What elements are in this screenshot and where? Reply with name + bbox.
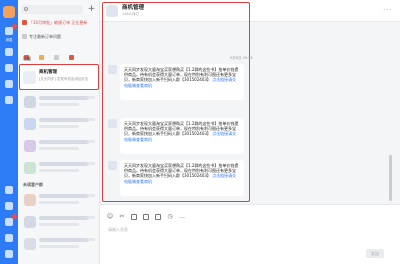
sender-avatar[interactable] <box>108 161 117 170</box>
pin-icon <box>22 34 27 39</box>
list-item[interactable] <box>21 92 98 114</box>
notification-icon[interactable] <box>5 234 13 242</box>
more-icon[interactable]: ··· <box>383 7 392 14</box>
image-icon[interactable] <box>142 213 150 221</box>
send-button[interactable]: 发送 <box>366 249 384 258</box>
pinned-item[interactable]: 专注最新订单问题 <box>21 31 97 43</box>
history-icon[interactable]: ◷ <box>166 213 174 221</box>
user-avatar[interactable] <box>3 6 15 18</box>
add-button[interactable]: + <box>87 5 96 14</box>
message: 天天同步发现大量淘宝买家想购买【1.2群的这些书】拍单价钱提供商品。待有机会获得… <box>108 118 244 154</box>
apps-icon[interactable] <box>5 80 13 88</box>
pinned-item-label: 「10月审批」敏捷订单 正在更新 <box>29 20 88 25</box>
chat-name: 商机管理 <box>39 70 57 75</box>
delete-icon[interactable] <box>69 55 75 60</box>
section-title: 未读客户群 <box>23 182 43 187</box>
folder-icon[interactable] <box>130 213 138 221</box>
section-title: 功能 <box>23 56 31 61</box>
message-input[interactable]: 请输入消息 <box>108 227 128 233</box>
list-item[interactable] <box>21 190 98 212</box>
list-item[interactable] <box>21 234 98 256</box>
nav-rail: 消息 <box>0 0 18 264</box>
list-item[interactable] <box>21 158 98 180</box>
copy-icon[interactable] <box>54 55 60 60</box>
list-item[interactable] <box>21 114 98 136</box>
sender-avatar[interactable] <box>108 119 117 128</box>
sender-avatar[interactable] <box>108 65 117 74</box>
chat-item-active[interactable]: 商机管理 [天天同步] 发现有机会添加好友 <box>19 64 99 90</box>
message-bubble: 天天同步发现大量淘宝买家想购买【1.2群的这些书】拍单价钱提供商品。待有机会获得… <box>120 118 244 154</box>
smile-icon[interactable]: ☺ <box>106 213 114 221</box>
star-icon[interactable] <box>39 55 45 60</box>
mail-icon[interactable] <box>5 202 13 210</box>
message: 天天同步发现大量淘宝买家想购买【1.2群的这些书】拍单价钱提供商品。待有机会获得… <box>108 160 244 196</box>
scrollbar[interactable] <box>389 155 392 201</box>
quick-actions <box>24 45 79 60</box>
chat-icon[interactable] <box>5 27 13 35</box>
message: 天天同步发现大量淘宝买家想购买【1.2群的这些书】拍单价钱提供商品。待有机会获得… <box>108 64 244 100</box>
scissors-icon[interactable]: ✂ <box>118 213 126 221</box>
menu-icon[interactable] <box>5 250 13 258</box>
pinned-item-label: 专注最新订单问题 <box>29 34 61 39</box>
settings-icon[interactable] <box>5 186 13 194</box>
conversation-list: + 「10月审批」敏捷订单 正在更新 专注最新订单问题 功能 商机管理 [天天同… <box>18 0 100 264</box>
chat-preview: [天天同步] 发现有机会添加好友 <box>39 77 89 81</box>
more-options-icon[interactable]: … <box>178 213 186 221</box>
composer: ☺ ✂ ◷ … 请输入消息 发送 <box>100 204 400 264</box>
file-icon[interactable] <box>154 213 162 221</box>
search-icon <box>24 7 28 11</box>
pinned-item[interactable]: 「10月审批」敏捷订单 正在更新 <box>21 17 97 29</box>
list-item[interactable] <box>21 212 98 234</box>
list-item[interactable] <box>21 136 98 158</box>
task-icon[interactable] <box>5 218 13 226</box>
message-bubble: 天天同步发现大量淘宝买家想购买【1.2群的这些书】拍单价钱提供商品。待有机会获得… <box>120 160 244 196</box>
nav-label-messages: 消息 <box>5 38 13 42</box>
calendar-icon[interactable] <box>5 64 13 72</box>
message-bubble: 天天同步发现大量淘宝买家想购买【1.2群的这些书】拍单价钱提供商品。待有机会获得… <box>120 64 244 100</box>
search-input[interactable] <box>21 5 83 14</box>
contacts-icon[interactable] <box>5 48 13 56</box>
docs-icon[interactable] <box>5 96 13 104</box>
chat-avatar <box>23 71 36 84</box>
flag-icon <box>22 20 27 25</box>
message-timestamp: 9月6日 09:58 <box>230 56 253 60</box>
